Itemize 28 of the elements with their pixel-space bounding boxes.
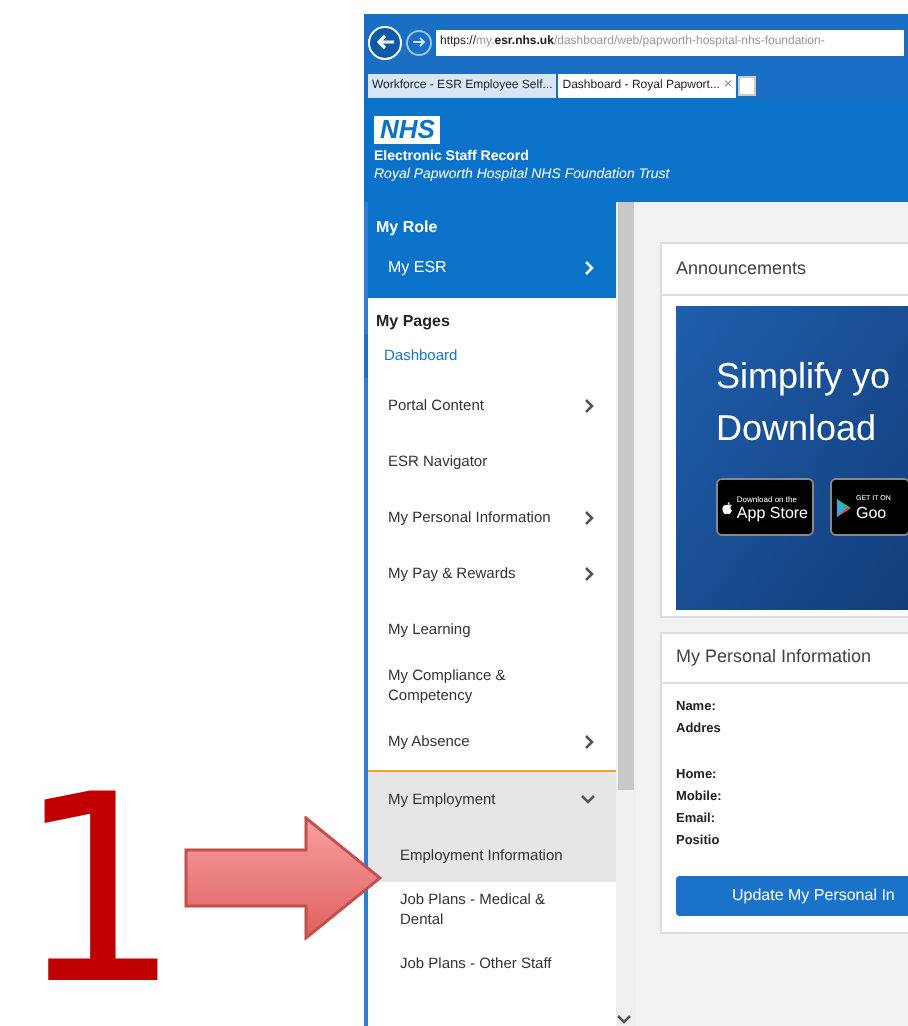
update-info-button[interactable]: Update My Personal In <box>676 876 908 916</box>
role-link[interactable]: My ESR <box>368 256 616 280</box>
chevron-down-icon <box>616 1014 632 1026</box>
banner-headline: Simplify yo <box>716 354 891 400</box>
new-tab-icon[interactable] <box>738 76 757 96</box>
role-heading: My Role <box>374 216 440 240</box>
forward-button[interactable] <box>406 29 432 55</box>
scroll-thumb[interactable] <box>618 202 634 790</box>
step-number: 1 <box>16 770 182 1010</box>
card-title: My Personal Information <box>662 634 908 684</box>
badge-title: Goo <box>856 503 889 521</box>
banner-subline: Download <box>716 406 877 452</box>
nhs-logo: NHS <box>374 116 441 144</box>
play-triangle-icon <box>836 497 852 517</box>
back-arrow-icon <box>375 34 395 50</box>
pages-heading: My Pages <box>374 310 452 334</box>
chevron-right-icon <box>584 510 596 526</box>
card-title: Announcements <box>662 244 908 296</box>
apple-logo-icon <box>722 497 733 517</box>
chevron-right-icon <box>584 398 596 414</box>
back-button[interactable] <box>368 25 402 59</box>
chevron-down-icon <box>580 794 596 806</box>
badge-title: App Store <box>736 503 808 521</box>
chevron-right-icon <box>584 734 596 750</box>
pointer-arrow-icon <box>184 816 382 940</box>
forward-arrow-icon <box>412 36 426 48</box>
chevron-right-icon <box>584 260 596 276</box>
chevron-right-icon <box>584 566 596 582</box>
